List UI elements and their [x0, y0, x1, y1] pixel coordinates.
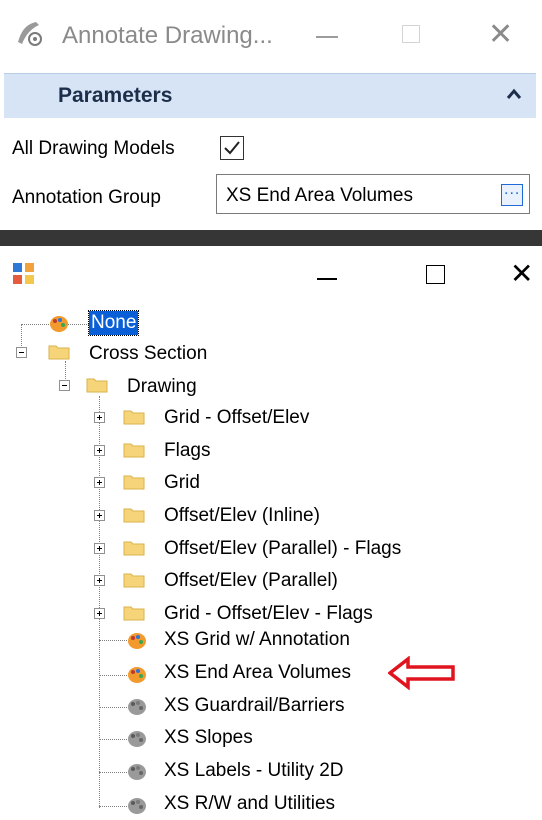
folder-icon: [123, 441, 145, 458]
folder-icon: [123, 506, 145, 523]
tree-node-folder[interactable]: Flags: [164, 440, 210, 462]
tree-line: [99, 772, 127, 773]
expand-icon[interactable]: [94, 412, 105, 423]
expand-icon[interactable]: [94, 575, 105, 586]
tree-node-drawing[interactable]: Drawing: [127, 376, 197, 398]
palette-icon: [127, 666, 147, 684]
palette-gray-icon: [127, 698, 147, 716]
palette-gray-icon: [127, 763, 147, 781]
tree-node-folder[interactable]: Grid: [164, 472, 200, 494]
folder-icon: [123, 408, 145, 425]
expand-icon[interactable]: [94, 510, 105, 521]
tree-line: [99, 739, 127, 740]
palette-icon: [49, 315, 69, 333]
collapse-icon[interactable]: [16, 347, 27, 358]
tree-line: [99, 806, 127, 807]
palette-gray-icon: [127, 797, 147, 815]
tree-node-folder[interactable]: Offset/Elev (Inline): [164, 505, 320, 527]
palette-gray-icon: [127, 730, 147, 748]
expand-icon[interactable]: [94, 477, 105, 488]
folder-icon: [123, 473, 145, 490]
tree-node-annotation-group[interactable]: XS Labels - Utility 2D: [164, 760, 344, 782]
tree-node-none[interactable]: None: [87, 310, 140, 336]
folder-icon: [123, 604, 145, 621]
red-arrow-icon: [387, 655, 456, 695]
expand-icon[interactable]: [94, 543, 105, 554]
tree-node-folder[interactable]: Offset/Elev (Parallel) - Flags: [164, 538, 401, 560]
annotation-tree: None Cross Section Drawing Grid - Offset…: [0, 0, 542, 815]
tree-node-annotation-group[interactable]: XS Slopes: [164, 727, 253, 749]
tree-node-cross-section[interactable]: Cross Section: [89, 343, 207, 365]
expand-icon[interactable]: [94, 608, 105, 619]
tree-node-folder[interactable]: Grid - Offset/Elev - Flags: [164, 603, 373, 625]
tree-node-annotation-group[interactable]: XS Guardrail/Barriers: [164, 695, 345, 717]
tree-line: [99, 640, 127, 641]
tree-node-annotation-group[interactable]: XS R/W and Utilities: [164, 793, 335, 815]
folder-icon: [123, 571, 145, 588]
folder-icon: [48, 343, 70, 360]
tree-line: [99, 396, 100, 808]
palette-icon: [127, 632, 147, 650]
expand-icon[interactable]: [94, 445, 105, 456]
tree-line: [99, 707, 127, 708]
collapse-icon[interactable]: [59, 380, 70, 391]
tree-node-folder[interactable]: Offset/Elev (Parallel): [164, 570, 338, 592]
tree-node-annotation-group[interactable]: XS End Area Volumes: [164, 662, 351, 684]
tree-node-folder[interactable]: Grid - Offset/Elev: [164, 407, 309, 429]
tree-node-annotation-group[interactable]: XS Grid w/ Annotation: [164, 629, 350, 651]
folder-icon: [123, 539, 145, 556]
folder-icon: [86, 376, 108, 393]
tree-line: [99, 675, 127, 676]
